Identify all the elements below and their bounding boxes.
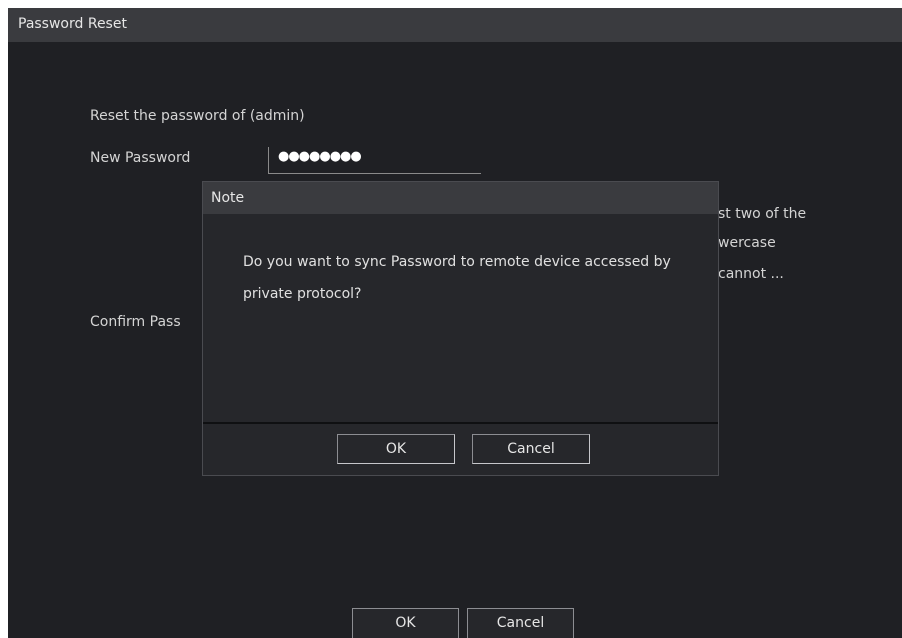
password-hint-line-1: st two of the: [718, 206, 807, 222]
password-hint-line-3: cannot ...: [718, 266, 784, 282]
cancel-button[interactable]: Cancel: [467, 608, 574, 638]
ok-button[interactable]: OK: [352, 608, 459, 638]
title-bar: Password Reset: [8, 8, 902, 42]
new-password-value: ●●●●●●●●: [278, 149, 362, 164]
dialog-message: Do you want to sync Password to remote d…: [243, 254, 671, 302]
dialog-ok-button[interactable]: OK: [337, 434, 455, 464]
note-dialog: Note Do you want to sync Password to rem…: [202, 181, 719, 476]
dialog-title: Note: [211, 190, 245, 206]
password-reset-window: Password Reset Reset the password of (ad…: [8, 8, 902, 638]
window-title: Password Reset: [18, 16, 127, 32]
dialog-header: Note: [203, 182, 718, 214]
confirm-password-label: Confirm Pass: [90, 314, 181, 330]
password-hint-line-2: wercase: [718, 235, 776, 251]
reset-description: Reset the password of (admin): [90, 108, 305, 124]
new-password-label: New Password: [90, 150, 191, 166]
dialog-divider: [203, 422, 718, 424]
dialog-cancel-button[interactable]: Cancel: [472, 434, 590, 464]
